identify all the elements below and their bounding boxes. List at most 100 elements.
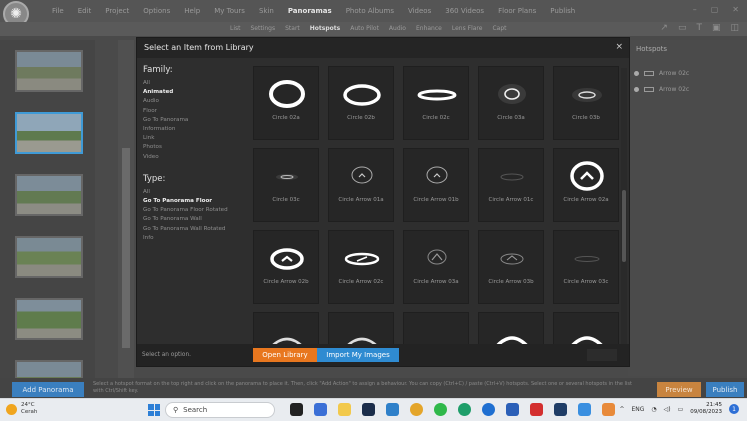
frame-tool-icon[interactable]: ▭: [678, 23, 687, 33]
edge-icon[interactable]: [482, 403, 495, 416]
word-icon[interactable]: [506, 403, 519, 416]
library-item[interactable]: Circle 02c: [403, 66, 469, 140]
menu-item-publish[interactable]: Publish: [550, 7, 575, 15]
library-item[interactable]: [403, 312, 469, 348]
tab-auto-pilot[interactable]: Auto Pilot: [350, 25, 379, 32]
library-item[interactable]: [553, 312, 619, 348]
scrollbar-thumb[interactable]: [622, 190, 626, 262]
type-option[interactable]: Info: [143, 234, 247, 243]
menu-item-project[interactable]: Project: [105, 7, 129, 15]
panorama-thumbnail[interactable]: [15, 298, 83, 340]
type-option[interactable]: Go To Panorama Floor Rotated: [143, 206, 247, 215]
type-option[interactable]: Go To Panorama Wall: [143, 215, 247, 224]
menu-item-my-tours[interactable]: My Tours: [214, 7, 245, 15]
network-app-icon[interactable]: [602, 403, 615, 416]
language-indicator[interactable]: ENG: [631, 406, 644, 413]
menu-item-skin[interactable]: Skin: [259, 7, 274, 15]
family-option[interactable]: All: [143, 79, 247, 88]
text-tool-icon[interactable]: T: [696, 23, 702, 33]
tab-hotspots[interactable]: Hotspots: [310, 25, 340, 32]
import-images-button[interactable]: Import My Images: [317, 348, 399, 362]
visibility-icon[interactable]: [634, 71, 639, 76]
file-explorer-icon[interactable]: [290, 403, 303, 416]
library-item[interactable]: [253, 312, 319, 348]
weather-widget[interactable]: 24°C Cerah: [6, 402, 37, 416]
panorama-thumbnail[interactable]: [15, 50, 83, 92]
hotspot-row[interactable]: Arrow 02c: [634, 70, 689, 77]
family-option[interactable]: Video: [143, 153, 247, 162]
menu-item-edit[interactable]: Edit: [78, 7, 92, 15]
chevron-up-icon[interactable]: ^: [619, 406, 624, 413]
notification-badge[interactable]: 1: [729, 404, 739, 414]
library-item[interactable]: Circle Arrow 02a: [553, 148, 619, 222]
ok-button[interactable]: [587, 349, 617, 361]
family-option[interactable]: Go To Panorama: [143, 116, 247, 125]
photoshop-icon[interactable]: [362, 403, 375, 416]
windows-start-icon[interactable]: [148, 404, 160, 416]
family-option[interactable]: Photos: [143, 143, 247, 152]
menu-item-options[interactable]: Options: [143, 7, 170, 15]
library-item[interactable]: Circle Arrow 02c: [328, 230, 394, 304]
library-item[interactable]: Circle Arrow 01b: [403, 148, 469, 222]
thumbnail-scrollbar[interactable]: [118, 40, 134, 380]
chrome-icon[interactable]: [410, 403, 423, 416]
tab-list[interactable]: List: [230, 25, 241, 32]
tab-capt[interactable]: Capt: [492, 25, 506, 32]
library-item[interactable]: [328, 312, 394, 348]
panorama-thumbnail-list[interactable]: [0, 40, 95, 380]
visibility-icon[interactable]: [634, 87, 639, 92]
close-window-icon[interactable]: ✕: [732, 5, 739, 14]
library-item[interactable]: Circle Arrow 03c: [553, 230, 619, 304]
open-library-button[interactable]: Open Library: [253, 348, 317, 362]
library-item[interactable]: [478, 312, 544, 348]
maximize-icon[interactable]: ▢: [711, 5, 719, 14]
menu-item-file[interactable]: File: [52, 7, 64, 15]
library-item[interactable]: Circle 02b: [328, 66, 394, 140]
library-item[interactable]: Circle 03c: [253, 148, 319, 222]
panorama-thumbnail[interactable]: [15, 112, 83, 154]
library-item[interactable]: Circle Arrow 03a: [403, 230, 469, 304]
type-option[interactable]: Go To Panorama Floor: [143, 197, 247, 206]
whatsapp-icon[interactable]: [434, 403, 447, 416]
family-option[interactable]: Link: [143, 134, 247, 143]
menu-item-panoramas[interactable]: Panoramas: [288, 7, 332, 15]
preview-button[interactable]: Preview: [657, 382, 701, 397]
meet-icon[interactable]: [314, 403, 327, 416]
add-panorama-button[interactable]: Add Panorama: [12, 382, 84, 397]
library-item[interactable]: Circle Arrow 01a: [328, 148, 394, 222]
library-item[interactable]: Circle Arrow 03b: [478, 230, 544, 304]
folder-icon[interactable]: [338, 403, 351, 416]
clock[interactable]: 21:45 09/08/2023: [690, 402, 722, 416]
snip-icon[interactable]: [578, 403, 591, 416]
type-option[interactable]: All: [143, 188, 247, 197]
publish-button[interactable]: Publish: [706, 382, 744, 397]
panorama-tool-icon[interactable]: ◫: [730, 23, 739, 33]
acrobat-icon[interactable]: [530, 403, 543, 416]
library-item[interactable]: Circle Arrow 02b: [253, 230, 319, 304]
image-tool-icon[interactable]: ▣: [712, 23, 721, 33]
family-option[interactable]: Information: [143, 125, 247, 134]
pointer-tool-icon[interactable]: ↗: [660, 23, 668, 33]
wifi-icon[interactable]: ◔: [651, 406, 656, 413]
library-item[interactable]: Circle 03a: [478, 66, 544, 140]
menu-item-photo-albums[interactable]: Photo Albums: [346, 7, 394, 15]
menu-item-help[interactable]: Help: [184, 7, 200, 15]
tab-enhance[interactable]: Enhance: [416, 25, 442, 32]
library-item[interactable]: Circle 03b: [553, 66, 619, 140]
taskbar-search[interactable]: ⚲ Search: [165, 402, 275, 418]
close-icon[interactable]: ×: [615, 42, 623, 52]
menu-item-floor-plans[interactable]: Floor Plans: [498, 7, 536, 15]
family-option[interactable]: Audio: [143, 97, 247, 106]
library-item[interactable]: Circle Arrow 01c: [478, 148, 544, 222]
tab-lens-flare[interactable]: Lens Flare: [452, 25, 483, 32]
family-option[interactable]: Floor: [143, 107, 247, 116]
library-scrollbar[interactable]: [621, 68, 627, 348]
panorama-thumbnail[interactable]: [15, 174, 83, 216]
scrollbar-thumb[interactable]: [122, 148, 130, 348]
family-option[interactable]: Animated: [143, 88, 247, 97]
library-item[interactable]: Circle 02a: [253, 66, 319, 140]
tab-settings[interactable]: Settings: [251, 25, 276, 32]
battery-icon[interactable]: ▭: [678, 406, 684, 413]
minimize-icon[interactable]: –: [693, 5, 697, 14]
hotspot-row[interactable]: Arrow 02c: [634, 86, 689, 93]
